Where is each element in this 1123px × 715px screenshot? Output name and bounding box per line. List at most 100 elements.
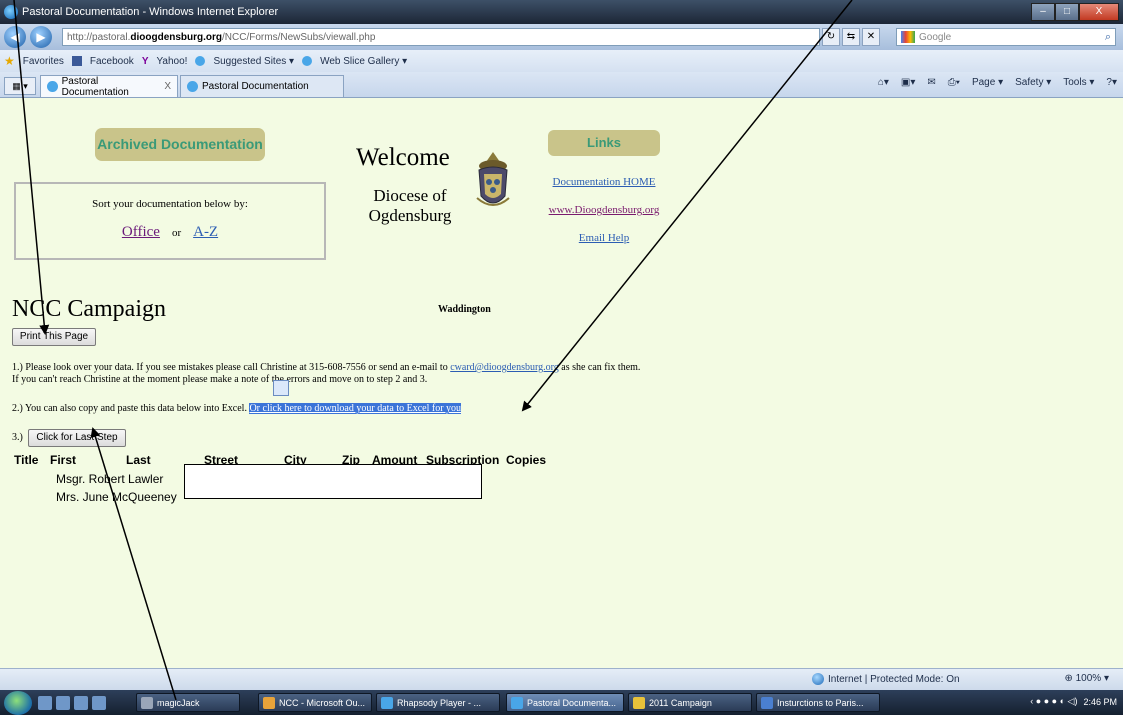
sort-office-link[interactable]: Office	[122, 224, 160, 240]
documentation-home-link[interactable]: Documentation HOME	[534, 176, 674, 188]
taskbar-item-pastoral[interactable]: Pastoral Documenta...	[506, 693, 624, 712]
taskbar-label: 2011 Campaign	[649, 697, 712, 708]
last-step-button[interactable]: Click for Last Step	[28, 429, 126, 447]
stop-icon[interactable]: ✕	[862, 28, 880, 46]
clock[interactable]: 2:46 PM	[1083, 697, 1117, 707]
back-icon[interactable]: ◀	[4, 26, 26, 48]
drag-cursor-icon	[273, 380, 289, 396]
tab-pastoral-documentation[interactable]: Pastoral Documentation	[180, 75, 344, 97]
compat-icon[interactable]: ⇆	[842, 28, 860, 46]
zone-label: Internet | Protected Mode: On	[828, 673, 960, 685]
step-2-lead: 2.) You can also copy and paste this dat…	[12, 403, 247, 414]
taskbar-item-instructions[interactable]: Insturctions to Paris...	[756, 693, 880, 712]
print-page-button[interactable]: Print This Page	[12, 328, 96, 346]
window-controls: – □ X	[1031, 3, 1119, 21]
close-button[interactable]: X	[1079, 3, 1119, 21]
favorite-link-webslice[interactable]: Web Slice Gallery ▾	[320, 56, 407, 67]
favorites-star-icon: ★	[4, 54, 15, 68]
tray-icons[interactable]: ‹ ● ● ● ◐ ◁)	[1030, 696, 1077, 707]
app-icon	[141, 696, 153, 709]
page-content: Archived Documentation Sort your documen…	[0, 98, 1123, 668]
maximize-button[interactable]: □	[1055, 3, 1079, 21]
step-2-text: 2.) You can also copy and paste this dat…	[12, 403, 462, 415]
zoom-level[interactable]: ⊕ 100% ▾	[1064, 673, 1109, 684]
sort-az-link[interactable]: A-Z	[193, 224, 218, 240]
diocese-line1: Diocese of	[373, 186, 447, 205]
outlook-quick-icon[interactable]	[92, 695, 106, 710]
favorites-button[interactable]: Favorites	[23, 56, 64, 67]
refresh-icon[interactable]: ↻	[822, 28, 840, 46]
step-1-tail: as she can fix them.	[561, 362, 641, 373]
taskbar-item-2011-campaign[interactable]: 2011 Campaign	[628, 693, 752, 712]
globe-icon	[812, 673, 824, 685]
favorite-link-facebook[interactable]: Facebook	[90, 56, 134, 67]
step-3-label: 3.)	[12, 432, 23, 443]
window-title: Pastoral Documentation - Windows Interne…	[22, 6, 279, 18]
tab-close-icon[interactable]: X	[164, 81, 171, 92]
help-icon[interactable]: ?▾	[1106, 77, 1117, 88]
sort-label: Sort your documentation below by:	[92, 198, 248, 210]
search-icon[interactable]: ⌕	[1105, 31, 1111, 44]
facebook-icon	[71, 56, 82, 66]
column-last: Last	[126, 453, 151, 467]
suggested-sites-icon	[195, 56, 206, 66]
search-engine-label: Google	[919, 31, 952, 43]
app-icon	[761, 696, 773, 709]
search-input[interactable]: Google ⌕	[896, 28, 1116, 46]
explorer-icon[interactable]	[56, 695, 70, 710]
address-tools: ↻ ⇆ ✕	[822, 28, 880, 46]
mail-icon[interactable]: ✉	[927, 77, 935, 88]
tab-label: Pastoral Documentation	[202, 81, 309, 92]
step-1-note: If you can't reach Christine at the mome…	[12, 374, 428, 385]
diocese-website-link[interactable]: www.Dioogdensburg.org	[534, 204, 674, 216]
status-bar: Internet | Protected Mode: On ⊕ 100% ▾	[0, 668, 1123, 690]
diocese-name: Diocese of Ogdensburg	[360, 186, 460, 226]
page-menu[interactable]: Page ▾	[972, 77, 1003, 88]
favorite-link-suggested[interactable]: Suggested Sites ▾	[213, 56, 294, 67]
step-1-lead: 1.) Please look over your data. If you s…	[12, 362, 448, 373]
system-tray: ‹ ● ● ● ◐ ◁) 2:46 PM	[1030, 696, 1117, 707]
print-icon[interactable]: ⎙▾	[948, 77, 960, 88]
taskbar-item-magicjack[interactable]: magicJack	[136, 693, 240, 712]
safety-menu[interactable]: Safety ▾	[1015, 77, 1051, 88]
links-button[interactable]: Links	[548, 130, 660, 156]
tools-menu[interactable]: Tools ▾	[1063, 77, 1094, 88]
archived-documentation-button[interactable]: Archived Documentation	[95, 128, 265, 161]
taskbar-item-rhapsody[interactable]: Rhapsody Player - ...	[376, 693, 500, 712]
taskbar-item-ncc-outlook[interactable]: NCC - Microsoft Ou...	[258, 693, 372, 712]
download-excel-link[interactable]: Or click here to download your data to E…	[249, 403, 462, 414]
url-domain: dioogdensburg.org	[130, 31, 223, 43]
taskbar: magicJack NCC - Microsoft Ou... Rhapsody…	[0, 690, 1123, 715]
show-desktop-icon[interactable]	[38, 695, 52, 710]
tab-bar: ▦ ▾ Pastoral Documentation X Pastoral Do…	[0, 72, 1123, 98]
url-path: /NCC/Forms/NewSubs/viewall.php	[222, 31, 376, 43]
address-input[interactable]: http://pastoral. dioogdensburg.org/NCC/Fo…	[62, 28, 820, 46]
security-zone[interactable]: Internet | Protected Mode: On	[812, 673, 960, 685]
sort-box: Sort your documentation below by: Office…	[14, 182, 326, 260]
taskbar-label: Rhapsody Player - ...	[397, 697, 482, 708]
yahoo-icon: Y	[141, 55, 149, 67]
start-icon[interactable]	[4, 690, 32, 715]
command-bar: ⌂▾ ▣▾ ✉ ⎙▾ Page ▾ Safety ▾ Tools ▾ ?▾	[878, 77, 1117, 88]
diocese-seal-icon	[476, 152, 510, 206]
ie-quick-icon[interactable]	[74, 695, 88, 710]
window-titlebar: Pastoral Documentation - Windows Interne…	[0, 0, 1123, 24]
ie-icon	[4, 5, 18, 19]
quick-tabs-button[interactable]: ▦ ▾	[4, 77, 36, 95]
favorites-bar: ★ Favorites Facebook Y Yahoo! Suggested …	[0, 50, 1123, 72]
christine-email-link[interactable]: cward@dioogdensburg.org	[450, 362, 559, 373]
table-row: Msgr. Robert Lawler	[56, 472, 164, 486]
favorite-link-yahoo[interactable]: Yahoo!	[156, 56, 187, 67]
feeds-icon[interactable]: ▣▾	[901, 77, 915, 88]
web-slice-icon	[302, 56, 313, 66]
forward-icon[interactable]: ▶	[30, 26, 52, 48]
table-row: Mrs. June McQueeney	[56, 490, 177, 504]
taskbar-label: Insturctions to Paris...	[777, 697, 864, 708]
column-first: First	[50, 453, 77, 467]
minimize-button[interactable]: –	[1031, 3, 1055, 21]
redaction-box	[184, 464, 482, 499]
email-help-link[interactable]: Email Help	[534, 232, 674, 244]
tab-page-icon	[47, 81, 58, 92]
tab-pastoral-documentation-active[interactable]: Pastoral Documentation X	[40, 75, 178, 98]
home-icon[interactable]: ⌂▾	[878, 77, 889, 88]
